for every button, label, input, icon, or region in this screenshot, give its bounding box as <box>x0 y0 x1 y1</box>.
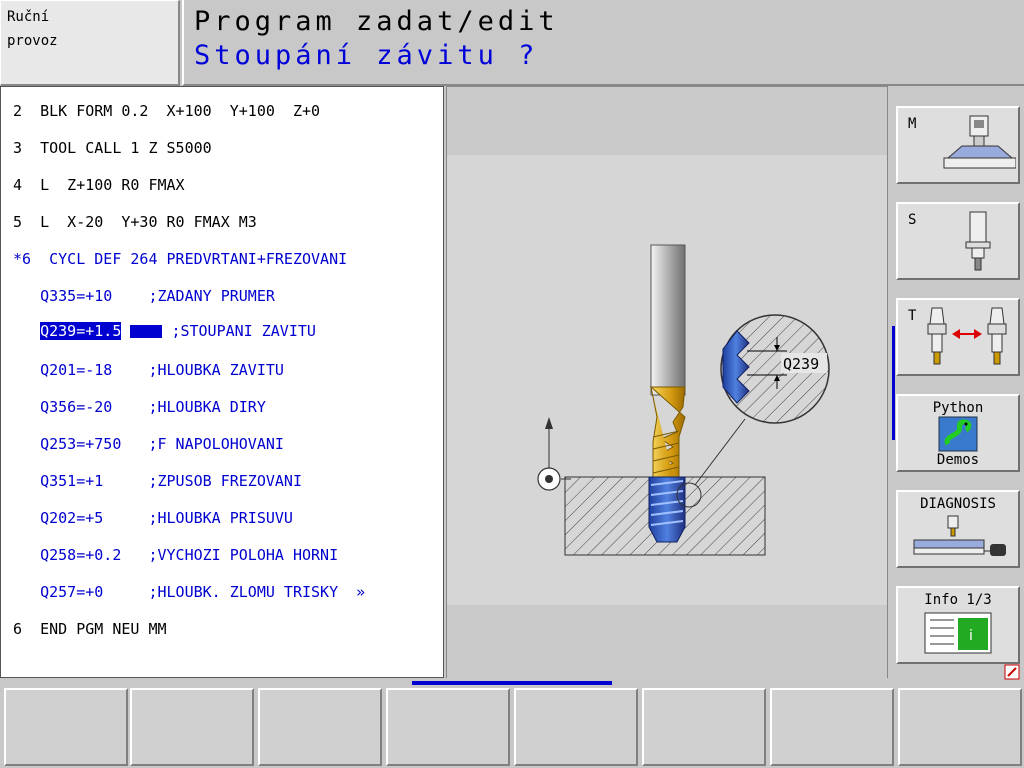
softkey-diagnosis-label: DIAGNOSIS <box>920 496 996 512</box>
softkey-bottom-3[interactable] <box>258 688 382 766</box>
softkey-scroll-indicator <box>892 326 895 440</box>
softkey-info-label: Info 1/3 <box>924 592 992 608</box>
active-program-line[interactable]: Q239=+1.5 ;STOUPANI ZAVITU <box>13 321 316 341</box>
program-line[interactable]: Q202=+5 ;HLOUBKA PRISUVU <box>13 508 293 528</box>
operating-mode-box: Ruční provoz <box>0 0 180 86</box>
program-line[interactable]: 3 TOOL CALL 1 Z S5000 <box>13 138 212 158</box>
python-snake-icon <box>938 416 978 452</box>
softkey-bottom-7[interactable] <box>770 688 894 766</box>
help-graphic-panel: Q239 <box>446 86 888 679</box>
softkey-bottom-2[interactable] <box>130 688 254 766</box>
softkey-tool[interactable]: T <box>896 298 1020 376</box>
active-parameter-value[interactable]: Q239=+1.5 <box>40 322 122 340</box>
program-line[interactable]: Q351=+1 ;ZPUSOB FREZOVANI <box>13 471 302 491</box>
program-line[interactable]: Q201=-18 ;HLOUBKA ZAVITU <box>13 360 284 380</box>
program-line[interactable]: *6 CYCL DEF 264 PREDVRTANI+FREZOVANI <box>13 249 347 269</box>
program-line[interactable]: 4 L Z+100 R0 FMAX <box>13 175 185 195</box>
input-prompt: Stoupání závitu ? <box>194 40 539 71</box>
tool-change-icon <box>927 307 1007 365</box>
vertical-softkey-bar: M S T Python Demos DIAGNOSIS Info 1/3 i <box>890 86 1024 678</box>
program-line[interactable]: 2 BLK FORM 0.2 X+100 Y+100 Z+0 <box>13 101 320 121</box>
active-parameter-comment: ;STOUPANI ZAVITU <box>171 322 316 340</box>
softkey-m-label: M <box>908 116 917 132</box>
softkey-info[interactable]: Info 1/3 i <box>896 586 1020 664</box>
header-bar: Program zadat/edit Stoupání závitu ? <box>182 0 1024 86</box>
program-line[interactable]: 6 END PGM NEU MM <box>13 619 167 639</box>
softkey-machine[interactable]: M <box>896 106 1020 184</box>
softkey-page-indicator <box>412 681 612 685</box>
machine-icon <box>943 115 1016 169</box>
softkey-python-label: Python <box>932 400 984 416</box>
horizontal-softkey-bar <box>0 680 1024 768</box>
softkey-diagnosis[interactable]: DIAGNOSIS <box>896 490 1020 568</box>
info-document-icon: i <box>924 612 992 654</box>
mode-line-1: Ruční <box>7 9 50 25</box>
q239-label: Q239 <box>783 355 819 373</box>
softkey-bottom-8[interactable] <box>898 688 1022 766</box>
program-line[interactable]: Q253=+750 ;F NAPOLOHOVANI <box>13 434 284 454</box>
softkey-python-demos[interactable]: Python Demos <box>896 394 1020 472</box>
program-line[interactable]: Q258=+0.2 ;VYCHOZI POLOHA HORNI <box>13 545 338 565</box>
softkey-spindle[interactable]: S <box>896 202 1020 280</box>
softkey-bottom-1[interactable] <box>4 688 128 766</box>
softkey-bottom-5[interactable] <box>514 688 638 766</box>
program-line[interactable]: 5 L X-20 Y+30 R0 FMAX M3 <box>13 212 257 232</box>
pen-icon <box>1004 664 1020 680</box>
softkey-bottom-4[interactable] <box>386 688 510 766</box>
softkey-bottom-6[interactable] <box>642 688 766 766</box>
page-title: Program zadat/edit <box>194 6 559 37</box>
program-line[interactable]: Q335=+10 ;ZADANY PRUMER <box>13 286 275 306</box>
diagnosis-icon <box>913 515 1006 556</box>
mode-line-2: provoz <box>7 33 58 49</box>
spindle-tool-icon <box>965 211 991 271</box>
program-line[interactable]: Q356=-20 ;HLOUBKA DIRY <box>13 397 266 417</box>
softkey-s-label: S <box>908 212 917 228</box>
thread-milling-illustration: Q239 <box>537 244 830 556</box>
program-listing[interactable]: 2 BLK FORM 0.2 X+100 Y+100 Z+0 3 TOOL CAL… <box>0 86 444 678</box>
info-glyph: i <box>969 628 973 644</box>
program-line[interactable]: Q257=+0 ;HLOUBK. ZLOMU TRISKY » <box>13 582 365 602</box>
softkey-demos-label: Demos <box>936 452 980 468</box>
input-cursor <box>130 325 163 338</box>
